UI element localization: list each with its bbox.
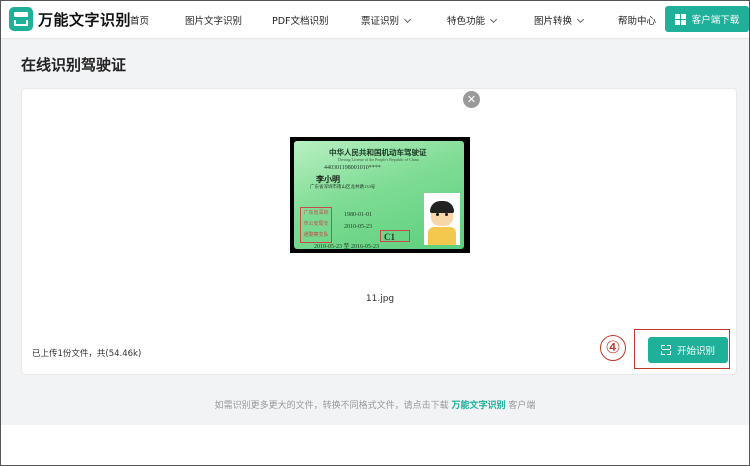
chevron-down-icon	[403, 15, 412, 24]
top-nav: 万能文字识别 首页 图片文字识别 PDF文档识别 票证识别 特色功能 图片转换 …	[1, 1, 749, 39]
file-name: 11.jpg	[365, 294, 395, 304]
scan-icon	[660, 345, 671, 355]
license-preview-image: 中华人民共和国机动车驾驶证 Driving License of the Peo…	[290, 137, 470, 253]
nav-item-ticket-ocr[interactable]: 票证识别	[361, 13, 412, 27]
windows-icon	[674, 13, 686, 25]
chevron-down-icon	[576, 15, 585, 24]
upload-card: ✕ 中华人民共和国机动车驾驶证 Driving License of the P…	[21, 88, 737, 375]
scanner-logo-icon[interactable]	[9, 7, 33, 31]
nav-item-features[interactable]: 特色功能	[447, 13, 498, 27]
nav-item-help[interactable]: 帮助中心	[618, 13, 656, 27]
footer-note: 如需识别更多更大的文件，转换不同格式文件，请点击下载 万能文字识别 客户端	[214, 401, 536, 411]
step-marker: ④	[600, 335, 626, 361]
start-recognition-button[interactable]: 开始识别	[648, 337, 728, 363]
close-icon[interactable]: ✕	[463, 91, 480, 108]
nav-item-image-ocr[interactable]: 图片文字识别	[185, 13, 242, 27]
bottom-strip	[1, 425, 749, 465]
nav-item-image-convert[interactable]: 图片转换	[534, 13, 585, 27]
upload-summary: 已上传1份文件，共(54.46k)	[32, 349, 142, 359]
client-download-link[interactable]: 万能文字识别	[451, 401, 505, 411]
page-title: 在线识别驾驶证	[21, 56, 127, 74]
chevron-down-icon	[489, 15, 498, 24]
nav-item-pdf-ocr[interactable]: PDF文档识别	[272, 13, 329, 27]
brand-name[interactable]: 万能文字识别	[38, 9, 131, 30]
nav-item-home[interactable]: 首页	[130, 13, 149, 27]
client-download-button[interactable]: 客户端下载	[665, 6, 749, 32]
